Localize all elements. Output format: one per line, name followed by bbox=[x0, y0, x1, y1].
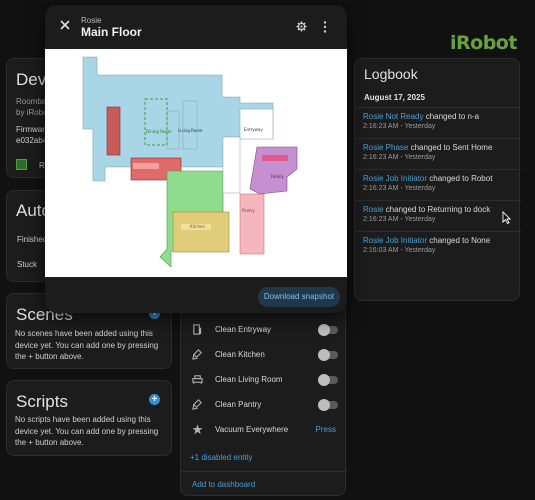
logbook-entry-text: changed to Returning to dock bbox=[383, 205, 491, 214]
floor-map-image: Entryway Dining Room Living Room Kitchen… bbox=[82, 56, 298, 268]
automation-item-finished[interactable]: Finished bbox=[17, 234, 47, 246]
clean-entryway-label: Clean Entryway bbox=[215, 325, 272, 334]
logbook-entity-link[interactable]: Rosie Job Initiator bbox=[363, 174, 427, 183]
gear-icon[interactable] bbox=[296, 21, 307, 32]
map-label-dining: Dining Room bbox=[146, 129, 172, 134]
logbook-date: August 17, 2025 bbox=[364, 93, 425, 102]
logbook-divider bbox=[355, 231, 521, 232]
clean-entryway-row: Clean Entryway bbox=[189, 322, 339, 338]
vacuum-everywhere-press-button[interactable]: Press bbox=[316, 425, 336, 434]
logbook-entry: Rosie changed to Returning to dock 2:16:… bbox=[363, 205, 515, 223]
clean-kitchen-label: Clean Kitchen bbox=[215, 350, 265, 359]
scripts-card: Scripts + No scripts have been added usi… bbox=[6, 380, 172, 456]
clean-kitchen-toggle[interactable] bbox=[318, 349, 338, 361]
toggle-knob bbox=[318, 349, 330, 361]
integration-icon[interactable] bbox=[16, 159, 27, 170]
vacuum-everywhere-label: Vacuum Everywhere bbox=[215, 425, 289, 434]
logbook-card: Logbook August 17, 2025 Rosie Not Ready … bbox=[354, 58, 521, 301]
map-label-living: Living Room bbox=[178, 128, 203, 133]
logbook-entry-time: 2:16:23 AM - Yesterday bbox=[363, 123, 436, 131]
add-script-icon[interactable]: + bbox=[149, 394, 160, 405]
add-to-dashboard-button[interactable]: Add to dashboard bbox=[192, 480, 255, 489]
dialog-title: Main Floor bbox=[81, 25, 142, 39]
clean-living-room-row: Clean Living Room bbox=[189, 372, 339, 388]
clean-pantry-toggle[interactable] bbox=[318, 399, 338, 411]
logbook-entry-text: changed to None bbox=[427, 236, 491, 245]
toggle-knob bbox=[318, 399, 330, 411]
dialog-subtitle: Rosie bbox=[81, 16, 102, 25]
disabled-entities-link[interactable]: +1 disabled entity bbox=[190, 453, 253, 462]
door-icon bbox=[193, 324, 202, 335]
broom-icon bbox=[192, 349, 202, 360]
map-dialog: Rosie Main Floor Entryway Dining Room Li… bbox=[45, 5, 347, 313]
logbook-entity-link[interactable]: Rosie bbox=[363, 205, 383, 214]
logbook-entry: Rosie Not Ready changed to n-a 2:16:23 A… bbox=[363, 112, 515, 130]
controls-card: Clean Entryway Clean Kitchen Clean Livin… bbox=[180, 300, 347, 496]
star-icon bbox=[192, 424, 203, 435]
logbook-entity-link[interactable]: Rosie Job Initiator bbox=[363, 236, 427, 245]
broom-icon bbox=[192, 399, 202, 410]
controls-divider bbox=[181, 471, 347, 472]
floor-map[interactable]: Entryway Dining Room Living Room Kitchen… bbox=[45, 49, 347, 277]
mouse-cursor-icon bbox=[502, 211, 511, 224]
clean-living-room-toggle[interactable] bbox=[318, 374, 338, 386]
device-action-label[interactable]: R bbox=[39, 160, 45, 172]
map-label-purple-room: Family bbox=[271, 174, 285, 179]
logbook-entry: Rosie Job Initiator changed to Robot 2:1… bbox=[363, 174, 515, 192]
logbook-entry-time: 2:16:23 AM - Yesterday bbox=[363, 216, 436, 224]
toggle-knob bbox=[318, 324, 330, 336]
clean-pantry-row: Clean Pantry bbox=[189, 397, 339, 413]
logbook-entry-time: 2:16:23 AM - Yesterday bbox=[363, 185, 436, 193]
clean-pantry-label: Clean Pantry bbox=[215, 400, 262, 409]
scripts-empty-text: No scripts have been added using this de… bbox=[15, 415, 159, 448]
automation-item-stuck[interactable]: Stuck bbox=[17, 259, 37, 271]
logbook-divider bbox=[355, 107, 521, 108]
more-vertical-icon[interactable] bbox=[323, 21, 327, 33]
logbook-entry-text: changed to Robot bbox=[427, 174, 493, 183]
logbook-entry: Rosie Phase changed to Sent Home 2:16:23… bbox=[363, 143, 515, 161]
logbook-entity-link[interactable]: Rosie Phase bbox=[363, 143, 408, 152]
logbook-entry-text: changed to Sent Home bbox=[408, 143, 493, 152]
irobot-logo: iRobot bbox=[450, 32, 517, 54]
close-icon[interactable] bbox=[59, 19, 71, 31]
device-model: Roomba bbox=[16, 97, 47, 106]
vacuum-everywhere-row: Vacuum Everywhere Press bbox=[189, 422, 339, 438]
map-label-entryway: Entryway bbox=[244, 127, 263, 132]
scenes-empty-text: No scenes have been added using this dev… bbox=[15, 329, 159, 362]
logbook-entry-time: 2:16:23 AM - Yesterday bbox=[363, 154, 436, 162]
clean-living-room-label: Clean Living Room bbox=[215, 375, 283, 384]
map-label-kitchen: Kitchen bbox=[190, 224, 205, 229]
logbook-entry: Rosie Job Initiator changed to None 2:16… bbox=[363, 236, 515, 254]
toggle-knob bbox=[318, 374, 330, 386]
logbook-divider bbox=[355, 169, 521, 170]
logbook-entry-text: changed to n-a bbox=[423, 112, 480, 121]
logbook-entry-time: 2:16:03 AM - Yesterday bbox=[363, 247, 436, 255]
clean-kitchen-row: Clean Kitchen bbox=[189, 347, 339, 363]
logbook-divider bbox=[355, 200, 521, 201]
sofa-icon bbox=[192, 375, 203, 385]
map-label-pantry: Pantry bbox=[242, 208, 255, 213]
download-snapshot-button[interactable]: Download snapshot bbox=[258, 287, 340, 307]
logbook-entity-link[interactable]: Rosie Not Ready bbox=[363, 112, 423, 121]
clean-entryway-toggle[interactable] bbox=[318, 324, 338, 336]
logbook-title: Logbook bbox=[364, 66, 418, 82]
logbook-divider bbox=[355, 138, 521, 139]
scripts-title: Scripts bbox=[16, 392, 68, 411]
